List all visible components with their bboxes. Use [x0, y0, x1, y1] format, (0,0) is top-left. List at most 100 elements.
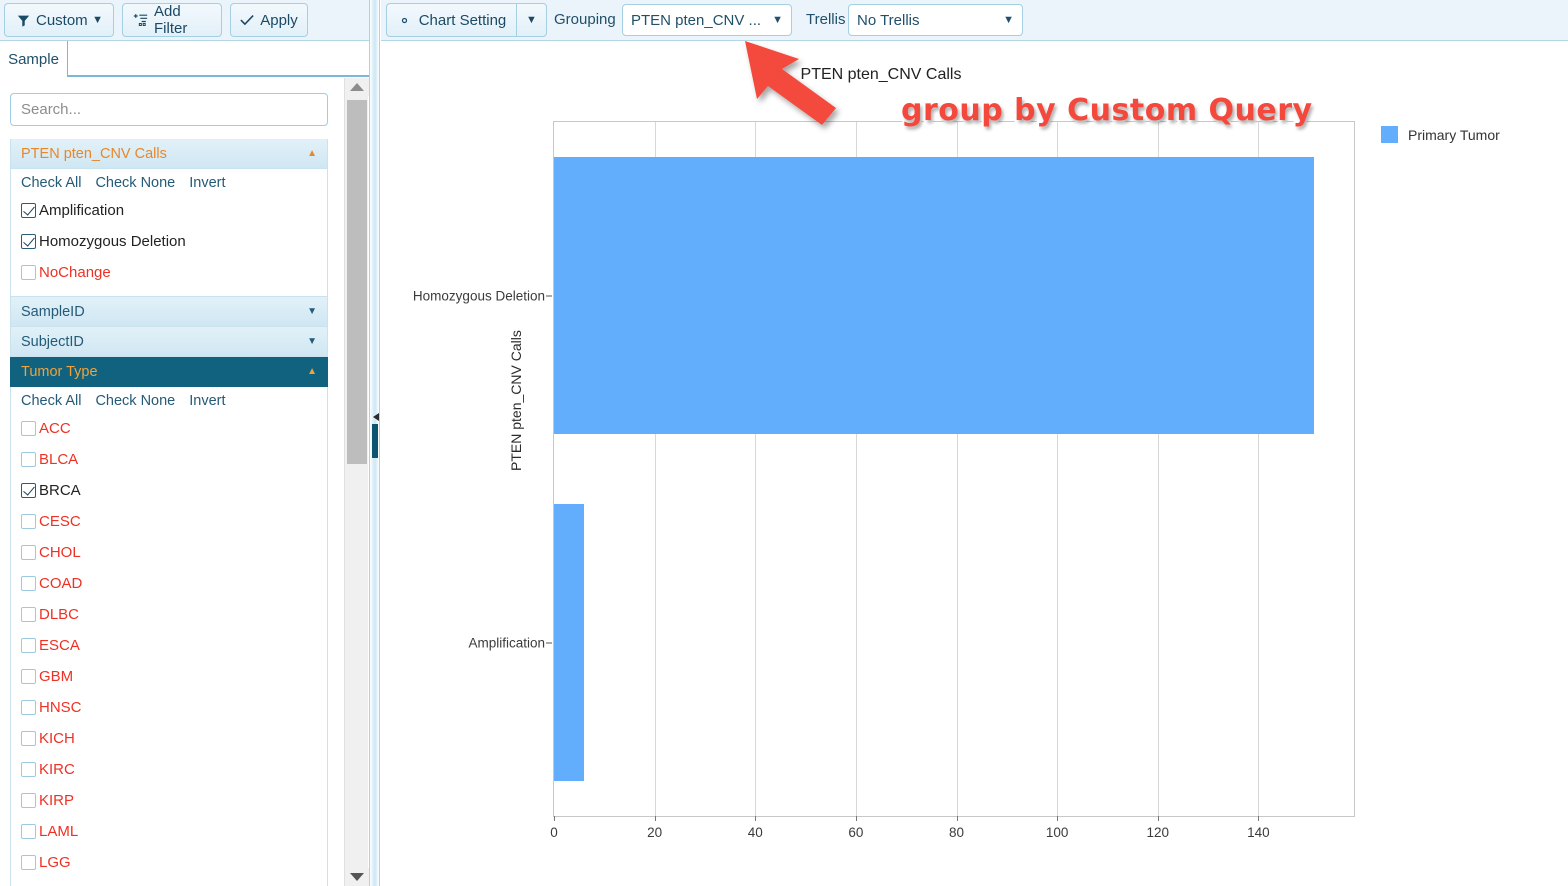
checkbox-label: LAML	[39, 823, 79, 840]
checkbox-label: HNSC	[39, 699, 82, 716]
action-check-all[interactable]: Check All	[21, 393, 81, 409]
action-invert[interactable]: Invert	[189, 175, 225, 191]
chart-toolbar: Chart Setting ▼ Grouping PTEN pten_CNV .…	[381, 0, 1568, 41]
grouping-value: PTEN pten_CNV ...	[631, 11, 762, 29]
sidebar-scrollbar[interactable]	[344, 78, 369, 886]
checkbox-row[interactable]: GBM	[21, 661, 317, 692]
x-tick-mark	[1057, 816, 1059, 821]
checkbox-checked-icon[interactable]	[21, 234, 36, 249]
checkbox-checked-icon[interactable]	[21, 203, 36, 218]
checkbox-unchecked-icon[interactable]	[21, 421, 36, 436]
checkbox-label: ACC	[39, 420, 71, 437]
chart-setting-button[interactable]: Chart Setting	[386, 3, 516, 37]
checkbox-unchecked-icon[interactable]	[21, 731, 36, 746]
checkbox-label: KICH	[39, 730, 75, 747]
checkbox-unchecked-icon[interactable]	[21, 824, 36, 839]
accordion-body: Check All Check None Invert Amplification Ho…	[10, 169, 328, 297]
x-tick-label: 0	[550, 825, 558, 840]
collapse-panel-icon[interactable]	[371, 412, 380, 422]
checkbox-row[interactable]: BRCA	[21, 475, 317, 506]
checkbox-row[interactable]: KICH	[21, 723, 317, 754]
checkbox-row[interactable]: HNSC	[21, 692, 317, 723]
scroll-up-icon[interactable]	[345, 78, 369, 96]
checkbox-unchecked-icon[interactable]	[21, 607, 36, 622]
action-invert[interactable]: Invert	[189, 393, 225, 409]
checkbox-unchecked-icon[interactable]	[21, 576, 36, 591]
y-tick-label: Amplification	[468, 635, 545, 650]
action-check-none[interactable]: Check None	[95, 175, 175, 191]
chevron-down-icon: ▼	[526, 14, 537, 26]
checkbox-unchecked-icon[interactable]	[21, 762, 36, 777]
bar[interactable]	[554, 156, 1314, 435]
accordion-header-sampleid[interactable]: SampleID ▼	[10, 297, 328, 327]
x-tick-label: 80	[949, 825, 965, 840]
checkbox-label: Homozygous Deletion	[39, 233, 186, 250]
annotation-text: group by Custom Query	[899, 91, 1314, 130]
accordion-header-subjectid[interactable]: SubjectID ▼	[10, 327, 328, 357]
chevron-down-icon: ▼	[772, 14, 783, 26]
check-icon	[240, 14, 254, 26]
custom-filter-button[interactable]: Custom ▼	[4, 3, 114, 37]
scroll-down-icon[interactable]	[345, 868, 369, 886]
add-filter-button[interactable]: Add Filter	[122, 3, 222, 37]
checkbox-row[interactable]: ESCA	[21, 630, 317, 661]
checkbox-row[interactable]: COAD	[21, 568, 317, 599]
checkbox-checked-icon[interactable]	[21, 483, 36, 498]
checkbox-row[interactable]: LAML	[21, 816, 317, 847]
checkbox-unchecked-icon[interactable]	[21, 265, 36, 280]
checkbox-unchecked-icon[interactable]	[21, 452, 36, 467]
checkbox-label: CESC	[39, 513, 81, 530]
apply-label: Apply	[260, 11, 298, 29]
custom-filter-label: Custom	[36, 11, 88, 29]
trellis-select[interactable]: No Trellis ▼	[848, 4, 1023, 36]
checkbox-label: Amplification	[39, 202, 125, 219]
checkbox-unchecked-icon[interactable]	[21, 545, 36, 560]
grouping-label: Grouping	[554, 11, 616, 28]
checkbox-row[interactable]: NoChange	[21, 257, 317, 288]
legend-label: Primary Tumor	[1408, 126, 1500, 143]
x-tick-label: 100	[1045, 825, 1069, 840]
x-tick-label: 20	[647, 825, 663, 840]
checkbox-unchecked-icon[interactable]	[21, 514, 36, 529]
checkbox-label: DLBC	[39, 606, 80, 623]
checkbox-row[interactable]: DLBC	[21, 599, 317, 630]
checkbox-label: COAD	[39, 575, 83, 592]
chart-setting-dropdown-toggle[interactable]: ▼	[516, 3, 547, 37]
grouping-select[interactable]: PTEN pten_CNV ... ▼	[622, 4, 792, 36]
checkbox-row[interactable]: KIRP	[21, 785, 317, 816]
checkbox-row[interactable]: CHOL	[21, 537, 317, 568]
checkbox-label: BLCA	[39, 451, 79, 468]
add-filter-label: Add Filter	[154, 3, 188, 37]
checkbox-unchecked-icon[interactable]	[21, 793, 36, 808]
checkbox-row[interactable]: LGG	[21, 847, 317, 878]
checkbox-label: KIRC	[39, 761, 75, 778]
checkbox-row[interactable]: CESC	[21, 506, 317, 537]
accordion-header-label: SubjectID	[21, 333, 84, 350]
checkbox-unchecked-icon[interactable]	[21, 700, 36, 715]
checkbox-row[interactable]: ACC	[21, 413, 317, 444]
checkbox-row[interactable]: Homozygous Deletion	[21, 226, 317, 257]
accordion-header-pten-pten-cnv-calls[interactable]: PTEN pten_CNV Calls ▲	[10, 139, 328, 169]
chart-title: PTEN pten_CNV Calls	[800, 66, 962, 83]
panel-splitter[interactable]	[369, 0, 380, 886]
scrollbar-thumb[interactable]	[347, 100, 367, 464]
x-tick-label: 60	[848, 825, 864, 840]
bar[interactable]	[554, 503, 585, 782]
tab-sample[interactable]: Sample	[0, 41, 68, 77]
search-input[interactable]	[10, 93, 328, 126]
chevron-down-icon: ▼	[307, 335, 317, 347]
action-check-none[interactable]: Check None	[95, 393, 175, 409]
checkbox-unchecked-icon[interactable]	[21, 638, 36, 653]
checkbox-row[interactable]: KIRC	[21, 754, 317, 785]
accordion-header-tumor-type[interactable]: Tumor Type ▲	[10, 357, 328, 387]
chart-setting-label: Chart Setting	[418, 11, 507, 29]
splitter-handle[interactable]	[372, 424, 378, 458]
checkbox-row[interactable]: Amplification	[21, 195, 317, 226]
checkbox-row[interactable]: BLCA	[21, 444, 317, 475]
x-tick-mark	[1258, 816, 1260, 821]
checkbox-unchecked-icon[interactable]	[21, 669, 36, 684]
accordion-header-label: SampleID	[21, 303, 85, 320]
checkbox-unchecked-icon[interactable]	[21, 855, 36, 870]
apply-button[interactable]: Apply	[230, 3, 308, 37]
action-check-all[interactable]: Check All	[21, 175, 81, 191]
